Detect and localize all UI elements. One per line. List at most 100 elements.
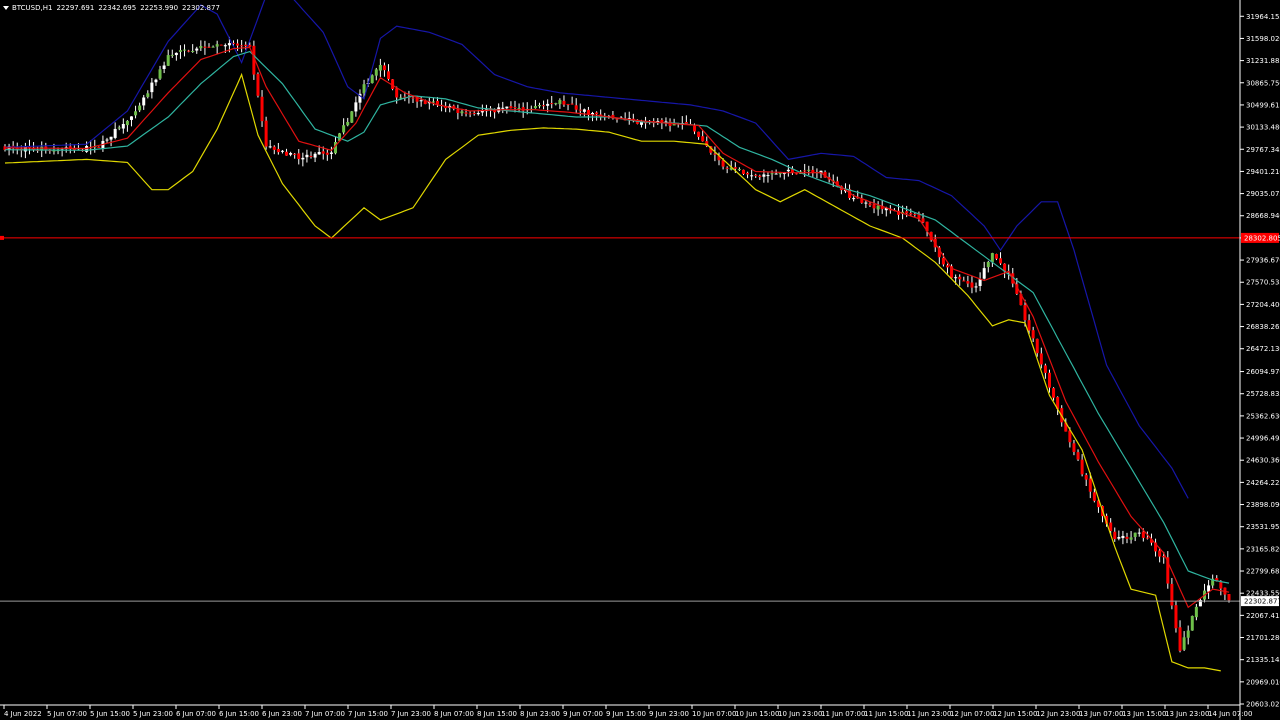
candle-body <box>574 105 578 110</box>
price-chart[interactable]: 31964.155 31598.020 31231.885 30865.750 3049… <box>0 0 1280 720</box>
candle-body <box>803 170 807 172</box>
candle-body <box>1088 478 1092 492</box>
price-tick-label: 27936.670 <box>1246 257 1280 265</box>
candle-body <box>264 120 268 147</box>
candle-body <box>533 106 537 109</box>
candle-body <box>464 112 468 114</box>
price-tick-label: 26838.265 <box>1246 323 1280 331</box>
time-tick-label: 13 Jun 15:00 <box>1122 710 1166 718</box>
candle-body <box>1117 537 1121 539</box>
candle-body <box>240 45 244 47</box>
candle-body <box>746 172 750 175</box>
candle-body <box>766 175 770 177</box>
candle-body <box>1027 320 1031 331</box>
time-tick-label: 6 Jun 15:00 <box>219 710 259 718</box>
price-tick-label: 30133.480 <box>1246 124 1280 132</box>
level-line-tag-label: 28302.805 <box>1244 234 1280 242</box>
price-tick-label: 21701.280 <box>1246 634 1280 642</box>
candle-body <box>1121 535 1125 539</box>
candle-body <box>305 154 309 158</box>
candle-body <box>313 153 317 158</box>
time-tick-label: 8 Jun 15:00 <box>477 710 517 718</box>
candle-body <box>183 49 187 51</box>
candle-body <box>578 109 582 111</box>
candle-body <box>215 44 219 47</box>
time-tick-label: 9 Jun 23:00 <box>649 710 689 718</box>
candle-body <box>219 44 223 46</box>
chart-title-bar: BTCUSD,H1 22297.691 22342.695 22253.990 … <box>3 2 224 14</box>
candle-body <box>285 151 289 156</box>
candle-body <box>966 281 970 284</box>
price-tick-label: 24630.360 <box>1246 457 1280 465</box>
price-tick-label: 28668.940 <box>1246 212 1280 220</box>
candle-body <box>945 265 949 268</box>
price-tick-label: 29767.345 <box>1246 146 1280 154</box>
price-tick-label: 26472.130 <box>1246 345 1280 353</box>
candle-body <box>129 116 133 120</box>
open-value: 22297.691 <box>56 4 95 12</box>
time-tick-label: 5 Jun 15:00 <box>90 710 130 718</box>
candle-body <box>374 69 378 76</box>
candle-body <box>1133 532 1137 538</box>
candle-body <box>1023 305 1027 321</box>
candle-body <box>974 286 978 288</box>
time-tick-label: 5 Jun 07:00 <box>47 710 87 718</box>
candle-body <box>1084 475 1088 480</box>
price-tick-label: 20603.027 <box>1246 701 1280 709</box>
price-tick-label: 27570.535 <box>1246 279 1280 287</box>
candle-body <box>211 46 215 48</box>
candle-body <box>256 73 260 96</box>
candle-body <box>982 268 986 279</box>
candle-body <box>435 100 439 105</box>
candle-body <box>142 97 146 106</box>
chart-window[interactable]: 31964.155 31598.020 31231.885 30865.750 3049… <box>0 0 1280 720</box>
candle-body <box>154 79 158 83</box>
candle-body <box>158 69 162 79</box>
candle-body <box>293 153 297 155</box>
price-tick-label: 29035.075 <box>1246 190 1280 198</box>
candle-body <box>23 146 27 152</box>
bid-line-tag-label: 22302.877 <box>1244 598 1280 606</box>
candle-body <box>178 50 182 52</box>
candle-body <box>876 205 880 210</box>
candle-body <box>1219 582 1223 589</box>
candle-body <box>191 50 195 52</box>
candle-body <box>758 175 762 178</box>
candle-body <box>301 157 305 160</box>
time-tick-label: 14 Jun 07:00 <box>1208 710 1252 718</box>
candle-body <box>195 48 199 51</box>
price-tick-label: 21335.145 <box>1246 656 1280 664</box>
dropdown-triangle-icon[interactable] <box>3 6 9 10</box>
candle-body <box>125 120 129 126</box>
candle-body <box>472 112 476 114</box>
time-tick-label: 10 Jun 23:00 <box>778 710 822 718</box>
candle-body <box>501 107 505 109</box>
candle-body <box>660 119 664 123</box>
candle-body <box>1145 537 1149 539</box>
candle-body <box>150 82 154 93</box>
candle-body <box>236 43 240 46</box>
candle-body <box>113 128 117 138</box>
candle-body <box>268 146 272 148</box>
high-value: 22342.695 <box>98 4 137 12</box>
time-tick-label: 9 Jun 15:00 <box>606 710 646 718</box>
candle-body <box>411 97 415 99</box>
candle-body <box>725 167 729 169</box>
time-tick-label: 5 Jun 23:00 <box>133 710 173 718</box>
time-tick-label: 9 Jun 07:00 <box>563 710 603 718</box>
candle-body <box>554 103 558 105</box>
candle-body <box>105 139 109 141</box>
candle-body <box>509 106 513 109</box>
candle-body <box>1158 550 1162 557</box>
candle-body <box>868 203 872 206</box>
candle-body <box>962 280 966 282</box>
candle-body <box>1113 531 1117 540</box>
candle-body <box>713 153 717 155</box>
candle-body <box>431 101 435 103</box>
candle-body <box>203 46 207 48</box>
candle-body <box>109 136 113 140</box>
candle-body <box>456 109 460 113</box>
candle-body <box>701 136 705 142</box>
price-tick-label: 25728.835 <box>1246 390 1280 398</box>
time-tick-label: 8 Jun 23:00 <box>520 710 560 718</box>
